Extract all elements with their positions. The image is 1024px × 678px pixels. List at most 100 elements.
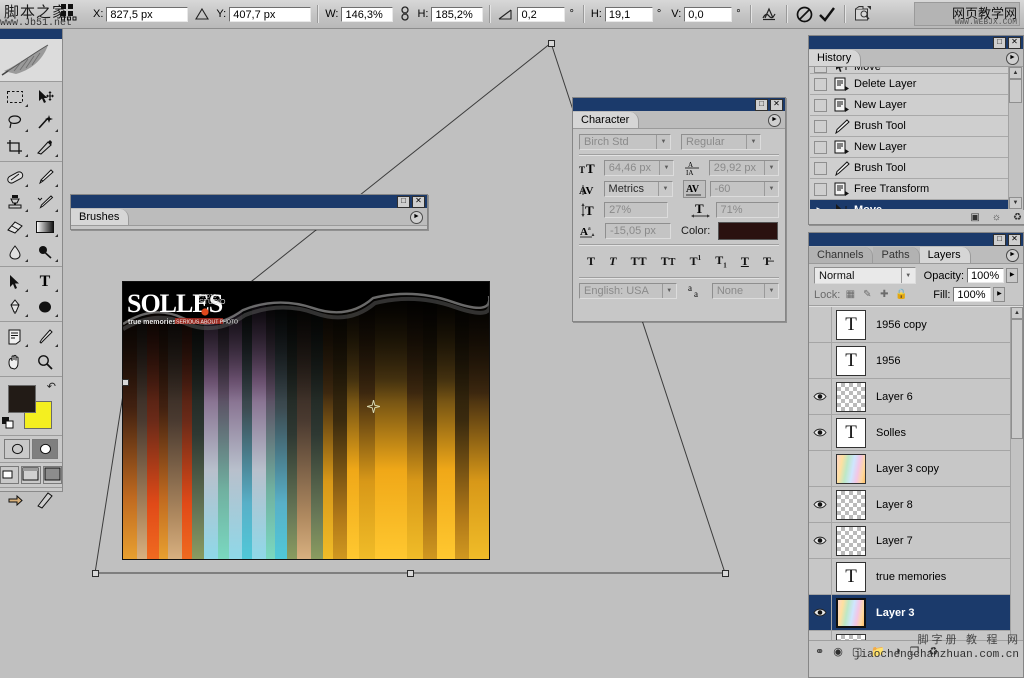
history-titlebar[interactable]: □ ✕ <box>809 36 1023 49</box>
layer-visibility-toggle[interactable] <box>809 559 832 594</box>
fill-slider-button[interactable]: ▶ <box>993 287 1005 302</box>
full-screen-icon[interactable] <box>43 466 62 484</box>
character-minimize-button[interactable]: □ <box>755 99 768 111</box>
brushes-close-button[interactable]: ✕ <box>412 196 425 208</box>
subscript-button[interactable]: T1 <box>715 253 727 269</box>
history-state-row[interactable]: Brush Tool <box>810 158 1022 179</box>
swap-colors-icon[interactable]: ↶ <box>47 380 56 393</box>
layer-row[interactable]: Layer 6 <box>809 379 1023 415</box>
tab-channels[interactable]: Channels <box>809 247 873 263</box>
transform-handle-top-right[interactable] <box>548 40 555 47</box>
rotation-input[interactable]: 0,2 <box>517 7 565 22</box>
history-state-row[interactable]: Brush Tool <box>810 116 1022 137</box>
transform-handle-bottom-left[interactable] <box>92 570 99 577</box>
layer-thumbnail[interactable] <box>836 490 866 520</box>
brushes-minimize-button[interactable]: □ <box>397 196 410 208</box>
history-state-checkbox[interactable] <box>810 95 830 115</box>
layer-thumbnail[interactable] <box>836 526 866 556</box>
full-screen-menubar-icon[interactable] <box>21 466 40 484</box>
layer-visibility-toggle[interactable] <box>809 523 832 558</box>
new-document-from-state-icon[interactable]: ▣ <box>970 212 979 223</box>
font-size-input[interactable]: 64,46 px ▼ <box>604 160 674 176</box>
language-select[interactable]: English: USA ▼ <box>579 283 677 299</box>
character-close-button[interactable]: ✕ <box>770 99 783 111</box>
history-minimize-button[interactable]: □ <box>993 37 1006 49</box>
type-icon[interactable]: T <box>30 269 60 294</box>
layers-scroll-thumb[interactable] <box>1011 319 1023 439</box>
layer-visibility-toggle[interactable] <box>809 451 832 486</box>
history-scroll-down-button[interactable]: ▼ <box>1009 197 1022 209</box>
layers-list[interactable]: T1956 copyT1956Layer 6TSollesLayer 3 cop… <box>809 307 1023 640</box>
width-input[interactable]: 146,3% <box>341 7 393 22</box>
history-state-row[interactable]: New Layer <box>810 95 1022 116</box>
tab-layers[interactable]: Layers <box>920 247 971 263</box>
layer-visibility-toggle[interactable] <box>809 595 832 630</box>
magic-wand-icon[interactable] <box>30 109 60 134</box>
transform-handle-bottom[interactable] <box>407 570 414 577</box>
layer-row[interactable]: Layer 3 <box>809 595 1023 631</box>
go-to-bridge-icon[interactable] <box>852 3 874 25</box>
pen-icon[interactable] <box>0 294 30 319</box>
dodge-icon[interactable] <box>30 239 60 264</box>
font-family-select[interactable]: Birch Std ▼ <box>579 134 671 150</box>
layer-visibility-toggle[interactable] <box>809 487 832 522</box>
layer-thumbnail[interactable] <box>836 454 866 484</box>
superscript-button[interactable]: T1 <box>690 254 702 269</box>
layers-scrollbar[interactable]: ▲ <box>1010 307 1023 640</box>
tracking-input[interactable]: -60 ▼ <box>710 181 779 197</box>
layers-close-button[interactable]: ✕ <box>1008 234 1021 246</box>
zoom-icon[interactable] <box>30 349 60 374</box>
cancel-transform-icon[interactable] <box>794 3 816 25</box>
gradient-icon[interactable] <box>30 214 60 239</box>
brushes-titlebar[interactable]: □ ✕ <box>71 195 427 208</box>
all-caps-button[interactable]: TT <box>631 254 647 269</box>
layer-visibility-toggle[interactable] <box>809 379 832 414</box>
toolbox-titlebar[interactable] <box>0 29 62 39</box>
brushes-panel-menu-icon[interactable]: ► <box>410 211 423 224</box>
history-state-checkbox[interactable] <box>810 179 830 199</box>
delete-state-icon[interactable]: ♻ <box>1013 212 1022 223</box>
layers-scroll-up-button[interactable]: ▲ <box>1011 307 1023 319</box>
vertical-scale-input[interactable]: 27% <box>604 202 667 218</box>
layer-visibility-toggle[interactable] <box>809 631 832 640</box>
lasso-icon[interactable] <box>0 109 30 134</box>
x-position-input[interactable]: 827,5 px <box>106 7 188 22</box>
history-scroll-thumb[interactable] <box>1009 79 1022 103</box>
warp-mode-icon[interactable] <box>758 3 780 25</box>
history-scrollbar[interactable]: ▲ ▼ <box>1008 67 1022 209</box>
layer-row[interactable]: Layer 3 copy <box>809 451 1023 487</box>
faux-bold-button[interactable]: T <box>587 254 595 269</box>
eyedropper-icon[interactable] <box>30 324 60 349</box>
skew-v-input[interactable]: 0,0 <box>684 7 732 22</box>
small-caps-button[interactable]: TT <box>661 254 676 269</box>
default-colors-icon[interactable] <box>2 417 14 429</box>
kerning-select[interactable]: Metrics ▼ <box>604 181 673 197</box>
hand-icon[interactable] <box>0 349 30 374</box>
link-chain-icon[interactable] <box>398 6 412 22</box>
layer-thumbnail[interactable] <box>836 382 866 412</box>
path-selection-icon[interactable] <box>0 269 30 294</box>
history-state-row[interactable]: Delete Layer <box>810 74 1022 95</box>
transform-handle-left[interactable] <box>122 379 129 386</box>
layers-titlebar[interactable]: □ ✕ <box>809 233 1023 246</box>
history-state-checkbox[interactable]: ▶ <box>810 200 830 209</box>
new-snapshot-icon[interactable]: ☼ <box>992 212 1001 223</box>
height-input[interactable]: 185,2% <box>431 7 483 22</box>
history-close-button[interactable]: ✕ <box>1008 37 1021 49</box>
tab-history[interactable]: History <box>809 50 861 66</box>
eraser-icon[interactable] <box>0 214 30 239</box>
transform-handle-bottom-right[interactable] <box>722 570 729 577</box>
layer-row[interactable]: Ttrue memories <box>809 559 1023 595</box>
blur-icon[interactable] <box>0 239 30 264</box>
layer-row[interactable]: T1956 <box>809 343 1023 379</box>
move-icon[interactable] <box>30 84 60 109</box>
artwork-layer[interactable]: SOLLES PHOTO STUDIO true memories SERIOU… <box>122 281 490 560</box>
rectangular-marquee-icon[interactable] <box>0 84 30 109</box>
tab-paths[interactable]: Paths <box>873 247 919 263</box>
crop-icon[interactable] <box>0 134 30 159</box>
standard-screen-icon[interactable] <box>0 466 19 484</box>
standard-mode-icon[interactable] <box>4 439 30 459</box>
slice-icon[interactable] <box>30 134 60 159</box>
layer-row[interactable]: Layer 8 <box>809 487 1023 523</box>
lock-transparency-icon[interactable]: ▦ <box>843 288 857 302</box>
